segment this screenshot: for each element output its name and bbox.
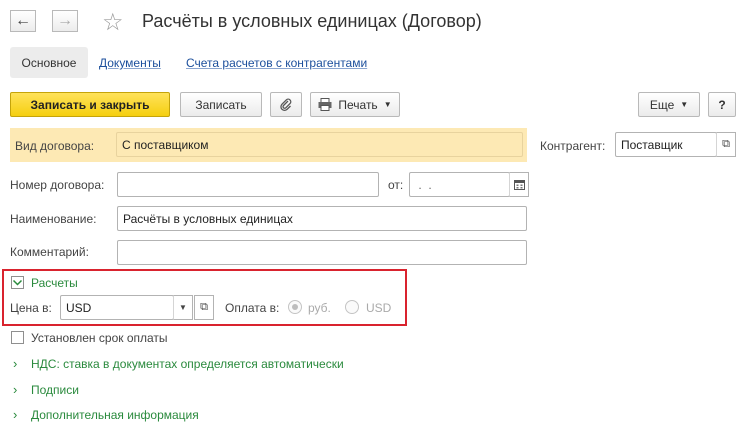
radio-selected-dot [292, 304, 298, 310]
chevron-down-icon [12, 279, 23, 286]
attach-button[interactable] [270, 92, 302, 117]
contract-number-input[interactable] [117, 172, 379, 197]
forward-button[interactable]: → [52, 10, 78, 32]
printer-icon [318, 98, 332, 111]
print-button[interactable]: Печать ▼ [310, 92, 400, 117]
back-button[interactable]: ← [10, 10, 36, 32]
dropdown-arrow-icon: ▼ [383, 100, 392, 109]
additional-info-group-title[interactable]: Дополнительная информация [31, 408, 199, 422]
comment-input[interactable] [117, 240, 527, 265]
chevron-right-icon[interactable]: › [13, 407, 17, 422]
payment-rub-radio[interactable] [288, 300, 302, 314]
dropdown-arrow-icon: ▼ [179, 303, 187, 312]
favorite-star-icon[interactable]: ☆ [102, 8, 124, 37]
chevron-right-icon[interactable]: › [13, 382, 17, 397]
more-label: Еще [649, 97, 675, 112]
comment-label: Комментарий: [10, 245, 89, 259]
save-label: Записать [195, 97, 247, 112]
name-value: Расчёты в условных единицах [123, 211, 293, 226]
counterparty-field[interactable]: Поставщик [615, 132, 717, 157]
price-currency-open-button[interactable]: ⧉ [194, 295, 214, 320]
date-label: от: [388, 178, 404, 192]
contract-type-label: Вид договора: [15, 139, 95, 153]
price-currency-dropdown-button[interactable]: ▼ [173, 295, 193, 320]
help-button[interactable]: ? [708, 92, 736, 117]
print-label: Печать [338, 97, 378, 112]
date-input[interactable]: . . [409, 172, 510, 197]
price-currency-label: Цена в: [10, 301, 52, 315]
payment-currency-label: Оплата в: [225, 301, 280, 315]
open-form-icon: ⧉ [722, 138, 730, 150]
contract-type-value: С поставщиком [122, 137, 209, 152]
calendar-button[interactable] [509, 172, 529, 197]
save-and-close-button[interactable]: Записать и закрыть [10, 92, 170, 117]
tab-settlement-accounts[interactable]: Счета расчетов с контрагентами [186, 56, 367, 70]
dropdown-arrow-icon: ▼ [680, 100, 689, 109]
contract-number-label: Номер договора: [10, 178, 105, 192]
save-button[interactable]: Записать [180, 92, 262, 117]
payment-rub-label: руб. [308, 301, 331, 315]
counterparty-open-button[interactable]: ⧉ [716, 132, 736, 157]
vat-group-title[interactable]: НДС: ставка в документах определяется ав… [31, 357, 344, 371]
calendar-icon [513, 180, 525, 190]
signatures-group-title[interactable]: Подписи [31, 383, 79, 397]
arrow-left-icon: ← [15, 12, 31, 29]
open-form-icon: ⧉ [200, 301, 208, 313]
chevron-right-icon[interactable]: › [13, 356, 17, 371]
contract-type-field[interactable]: С поставщиком [116, 132, 523, 157]
counterparty-value: Поставщик [621, 137, 683, 152]
price-currency-value: USD [66, 300, 92, 315]
save-and-close-label: Записать и закрыть [30, 97, 150, 112]
payment-term-checkbox[interactable] [11, 331, 24, 344]
price-currency-select[interactable]: USD [60, 295, 174, 320]
page-title: Расчёты в условных единицах (Договор) [142, 11, 482, 31]
more-button[interactable]: Еще ▼ [638, 92, 700, 117]
settlements-group-title[interactable]: Расчеты [31, 276, 78, 290]
tab-main[interactable]: Основное [10, 47, 88, 78]
payment-term-label: Установлен срок оплаты [31, 331, 168, 345]
name-label: Наименование: [10, 212, 97, 226]
help-icon: ? [718, 97, 726, 112]
arrow-right-icon: → [57, 12, 73, 29]
name-input[interactable]: Расчёты в условных единицах [117, 206, 527, 231]
date-value: . . [415, 177, 432, 192]
tab-main-label: Основное [21, 55, 77, 70]
counterparty-label: Контрагент: [540, 139, 606, 153]
paperclip-icon [280, 98, 292, 111]
settlements-collapse-toggle[interactable] [11, 276, 24, 289]
payment-usd-radio[interactable] [345, 300, 359, 314]
tab-documents[interactable]: Документы [99, 56, 161, 70]
payment-usd-label: USD [366, 301, 392, 315]
